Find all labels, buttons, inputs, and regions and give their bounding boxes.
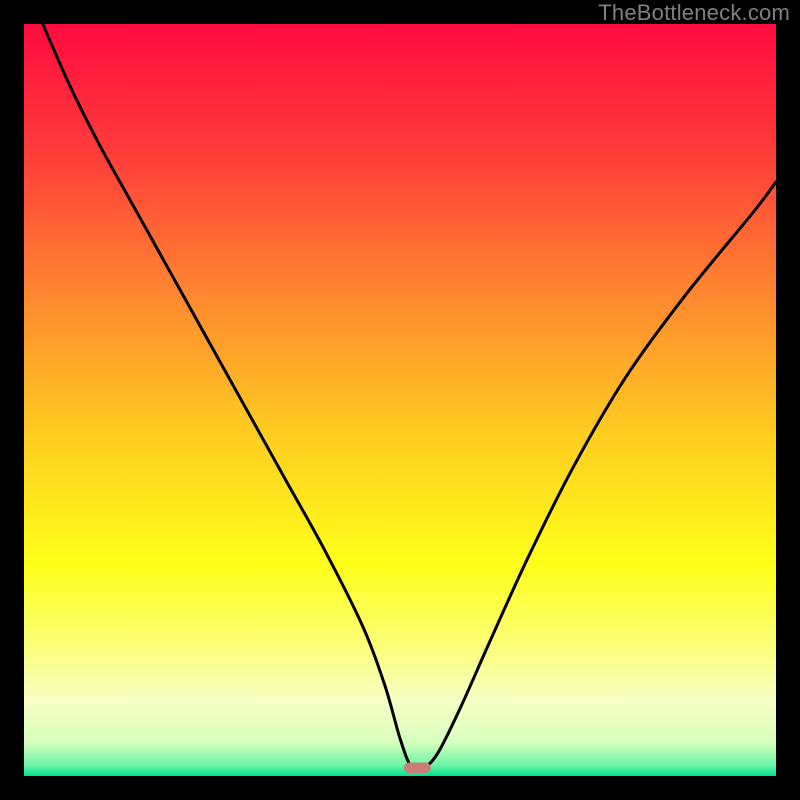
chart-background (24, 24, 776, 776)
watermark-text: TheBottleneck.com (598, 0, 790, 26)
chart-frame: TheBottleneck.com (0, 0, 800, 800)
bottleneck-chart (0, 0, 800, 800)
optimal-point-marker (404, 762, 431, 773)
